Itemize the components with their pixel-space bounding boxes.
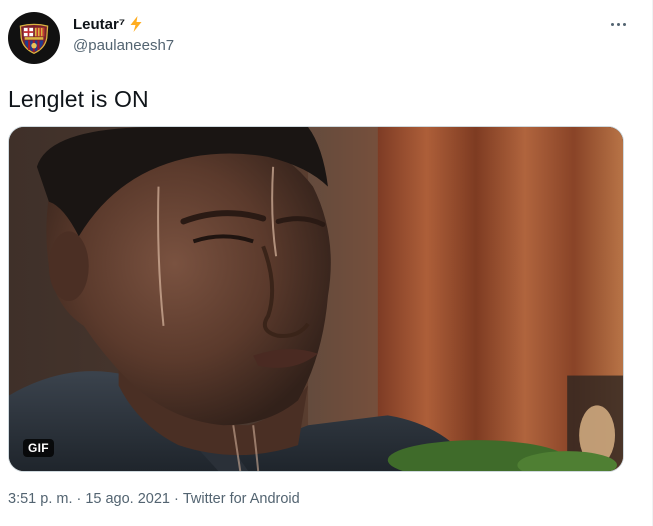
avatar[interactable]: [8, 12, 60, 64]
tweet-date[interactable]: 15 ago. 2021: [85, 491, 170, 507]
more-options-icon: [610, 22, 614, 26]
gif-still-image: [9, 127, 623, 471]
tweet-text: Lenglet is ON: [8, 86, 149, 112]
tweet-media-gif[interactable]: GIF: [8, 126, 624, 472]
meta-separator: ·: [76, 491, 82, 507]
author-name-row[interactable]: Leutar⁷: [73, 15, 144, 33]
meta-separator: ·: [174, 491, 179, 507]
more-options-button[interactable]: [606, 14, 630, 34]
tweet-source[interactable]: Twitter for Android: [183, 491, 300, 507]
tweet-meta: 3:51 p. m. · 15 ago. 2021 · Twitter for …: [8, 491, 300, 507]
gif-badge: GIF: [23, 439, 54, 457]
lightning-bolt-icon: [130, 16, 142, 32]
tweet-time[interactable]: 3:51 p. m.: [8, 491, 72, 507]
tweet-card: Leutar⁷ @paulaneesh7 Lenglet is ON GIF 3…: [0, 0, 653, 526]
author-handle[interactable]: @paulaneesh7: [73, 37, 174, 54]
author-display-name[interactable]: Leutar⁷: [73, 16, 125, 33]
club-crest-icon: [19, 23, 49, 55]
